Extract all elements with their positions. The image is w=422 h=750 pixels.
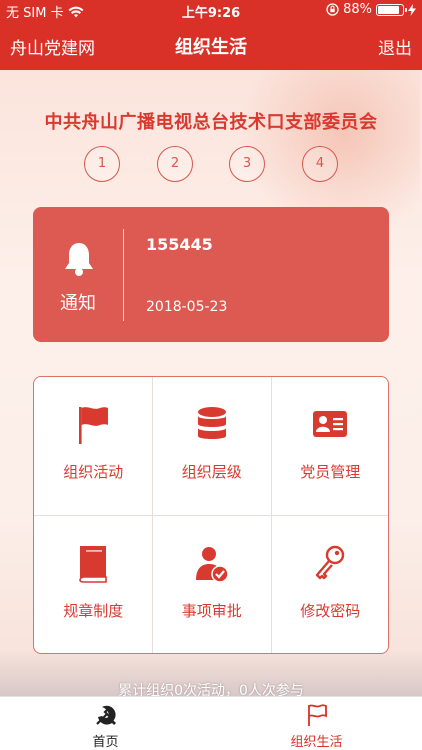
bell-icon [65,243,93,276]
flag-icon [79,407,109,444]
menu-item-regulations[interactable]: 规章制度 [34,516,153,653]
notice-divider [123,229,124,321]
tab-org-life[interactable]: 组织生活 [211,697,422,750]
menu-item-org-activity[interactable]: 组织活动 [34,377,153,515]
menu-item-org-hierarchy[interactable]: 组织层级 [153,377,272,515]
tab-bar: 首页 组织生活 [0,696,422,750]
menu-grid: 组织活动 组织层级 党员管理 规章制度 事项审批 修改密码 [33,376,389,654]
menu-item-member-management[interactable]: 党员管理 [271,377,388,515]
step-3[interactable]: 3 [229,146,265,182]
menu-item-change-password[interactable]: 修改密码 [271,516,388,653]
notice-label: 通知 [60,293,96,314]
nav-bar: 舟山党建网 组织生活 退出 [0,20,422,70]
menu-item-label: 规章制度 [63,602,124,620]
logout-button[interactable]: 退出 [378,34,412,59]
charging-bolt-icon [408,3,416,16]
notice-title: 155445 [146,235,213,254]
battery-icon [376,3,407,16]
menu-item-label: 事项审批 [181,602,242,620]
menu-item-label: 组织层级 [181,463,242,481]
battery-percent: 88% [343,2,372,17]
menu-item-label: 组织活动 [63,463,124,481]
database-stack-icon [197,407,226,439]
tab-label: 首页 [92,735,119,750]
id-card-icon [313,411,348,437]
book-icon [79,546,108,583]
step-2[interactable]: 2 [157,146,193,182]
tab-label: 组织生活 [290,735,343,750]
notice-date: 2018-05-23 [146,299,228,315]
key-icon [316,545,345,580]
flag-outline-icon [307,704,327,726]
rotation-lock-icon [326,3,339,16]
party-emblem-icon [95,705,116,725]
menu-item-label: 修改密码 [300,602,361,620]
user-check-icon [195,547,229,583]
notice-icon-area: 通知 [33,207,123,342]
org-name: 中共舟山广播电视总台技术口支部委员会 [44,112,378,133]
step-1[interactable]: 1 [84,146,120,182]
status-bar: 无 SIM 卡 上午9:26 88% [0,0,422,21]
tab-home[interactable]: 首页 [0,697,211,750]
notice-card[interactable]: 通知 155445 2018-05-23 [33,207,389,342]
step-4[interactable]: 4 [302,146,338,182]
page-title: 组织生活 [175,37,247,58]
menu-item-label: 党员管理 [300,463,361,481]
step-indicator: 1 2 3 4 [0,146,422,182]
menu-item-approval[interactable]: 事项审批 [153,516,272,653]
